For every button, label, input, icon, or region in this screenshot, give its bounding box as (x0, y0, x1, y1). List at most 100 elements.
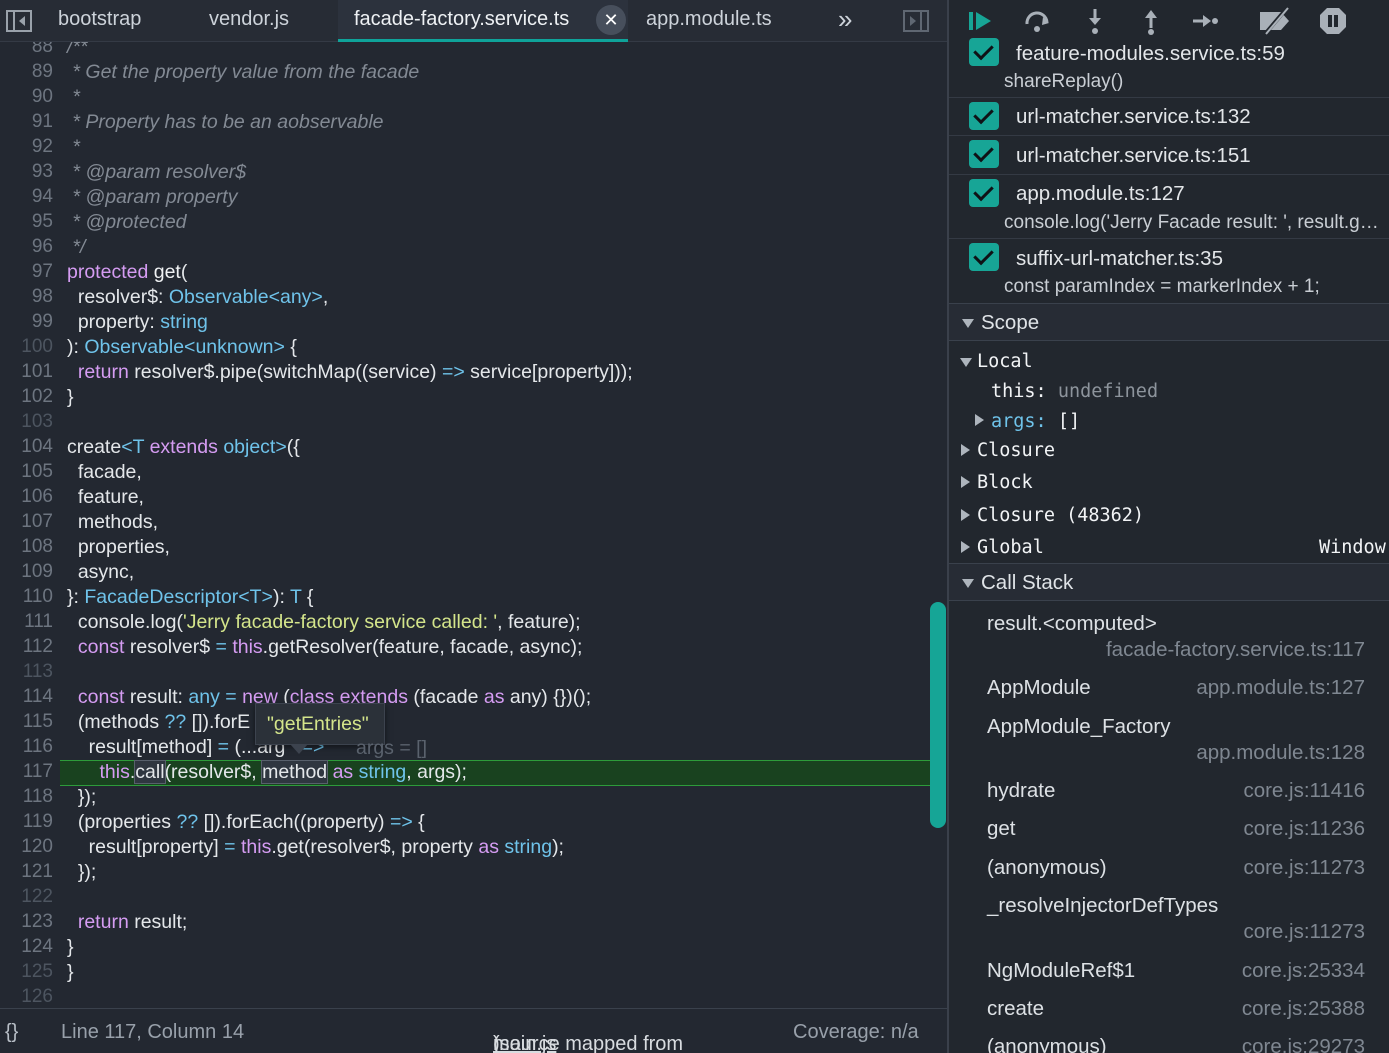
breakpoint-checkbox[interactable] (969, 243, 999, 271)
code-text: resolver$: Observable<any>, (67, 286, 329, 308)
expand-triangle-icon[interactable] (961, 444, 970, 456)
code-text: protected get( (67, 261, 188, 283)
code-editor[interactable]: 88 /** 89 * Get the property value from th… (0, 42, 947, 1008)
tab-facade-factory-service[interactable]: facade-factory.service.ts ✕ (338, 0, 628, 42)
line-number[interactable]: 108 (0, 536, 53, 558)
breakpoint-snippet: console.log('Jerry Facade result: ', res… (1004, 212, 1379, 233)
scope-closure[interactable]: Closure (977, 440, 1055, 461)
frame-location: facade-factory.service.ts:117 (1105, 638, 1365, 661)
line-number[interactable]: 105 (0, 461, 53, 483)
line-number[interactable]: 118 (0, 786, 53, 808)
line-number[interactable]: 95 (0, 211, 53, 233)
line-number[interactable]: 106 (0, 486, 53, 508)
code-text: * (67, 136, 81, 158)
source-map-link[interactable]: main.js (493, 1033, 556, 1053)
code-text: * @protected (67, 211, 187, 233)
tab-app-module[interactable]: app.module.ts (646, 0, 772, 42)
line-number[interactable]: 96 (0, 236, 53, 258)
code-line: 97 protected get( (0, 261, 947, 286)
expand-triangle-icon[interactable] (975, 414, 984, 426)
line-number[interactable]: 110 (0, 586, 53, 608)
expand-triangle-icon[interactable] (961, 541, 970, 553)
line-number[interactable]: 94 (0, 186, 53, 208)
frame-location: core.js:11273 (1243, 920, 1365, 943)
breakpoint-item[interactable]: feature-modules.service.ts:59 shareRepla… (949, 38, 1389, 98)
line-number[interactable]: 104 (0, 436, 53, 458)
line-number[interactable]: 120 (0, 836, 53, 858)
line-number[interactable]: 112 (0, 636, 53, 658)
breakpoint-item[interactable]: suffix-url-matcher.ts:35 const paramInde… (949, 239, 1389, 303)
tab-overflow-icon[interactable]: » (838, 0, 852, 42)
code-line: 91 * Property has to be an aobservable (0, 111, 947, 136)
scope-block[interactable]: Block (977, 472, 1033, 493)
scope-var-args[interactable]: args: [] (991, 411, 1080, 432)
code-line: 103 (0, 411, 947, 436)
scope-section-header[interactable]: Scope (949, 303, 1389, 341)
line-number[interactable]: 122 (0, 886, 53, 908)
line-number[interactable]: 92 (0, 136, 53, 158)
pause-on-exceptions-icon[interactable] (1318, 6, 1348, 36)
line-number[interactable]: 114 (0, 686, 53, 708)
toggle-debugger-panel-icon[interactable] (903, 9, 929, 33)
toggle-sidebar-icon[interactable] (6, 9, 32, 33)
breakpoint-checkbox[interactable] (969, 102, 999, 130)
expand-triangle-icon[interactable] (960, 358, 972, 367)
step-in-icon[interactable] (1080, 6, 1110, 36)
breakpoint-checkbox[interactable] (969, 179, 999, 207)
line-number[interactable]: 116 (0, 736, 53, 758)
line-number[interactable]: 97 (0, 261, 53, 283)
step-over-icon[interactable] (1022, 6, 1052, 36)
line-number[interactable]: 93 (0, 161, 53, 183)
breakpoint-item[interactable]: url-matcher.service.ts:151 (949, 136, 1389, 175)
step-icon[interactable] (1190, 6, 1220, 36)
line-number[interactable]: 115 (0, 711, 53, 733)
code-line: 110}: FacadeDescriptor<T>): T { (0, 586, 947, 611)
scope-global[interactable]: Global (977, 537, 1044, 558)
code-line: 120 result[property] = this.get(resolver… (0, 836, 947, 861)
tab-vendor-js[interactable]: vendor.js (209, 0, 289, 42)
expand-triangle-icon[interactable] (961, 509, 970, 521)
line-number[interactable]: 91 (0, 111, 53, 133)
editor-scrollbar[interactable] (930, 602, 946, 828)
line-number[interactable]: 109 (0, 561, 53, 583)
expand-triangle-icon[interactable] (961, 476, 970, 488)
line-number[interactable]: 126 (0, 986, 53, 1008)
line-number[interactable]: 98 (0, 286, 53, 308)
line-number[interactable]: 89 (0, 61, 53, 83)
call-stack-section-header[interactable]: Call Stack (949, 563, 1389, 601)
line-number[interactable]: 101 (0, 361, 53, 383)
line-number[interactable]: 100 (0, 336, 53, 358)
tab-bootstrap[interactable]: bootstrap (58, 0, 141, 42)
scope-local[interactable]: Local (977, 351, 1033, 372)
scope-closure-48362[interactable]: Closure (48362) (977, 505, 1144, 526)
line-number[interactable]: 107 (0, 511, 53, 533)
line-number[interactable]: 123 (0, 911, 53, 933)
line-number[interactable]: 103 (0, 411, 53, 433)
code-line: 109 async, (0, 561, 947, 586)
line-number[interactable]: 121 (0, 861, 53, 883)
line-number[interactable]: 125 (0, 961, 53, 983)
step-out-icon[interactable] (1136, 6, 1166, 36)
breakpoint-snippet: const paramIndex = markerIndex + 1; (1004, 276, 1320, 297)
code-text: feature, (67, 486, 144, 508)
line-number[interactable]: 90 (0, 86, 53, 108)
line-number[interactable]: 113 (0, 661, 53, 683)
line-number[interactable]: 124 (0, 936, 53, 958)
breakpoint-checkbox[interactable] (969, 38, 999, 66)
code-text: }); (67, 786, 97, 808)
deactivate-breakpoints-icon[interactable] (1257, 6, 1293, 36)
breakpoint-item[interactable]: app.module.ts:127 console.log('Jerry Fac… (949, 175, 1389, 239)
resume-icon[interactable] (966, 6, 996, 36)
line-number[interactable]: 102 (0, 386, 53, 408)
close-tab-icon[interactable]: ✕ (596, 5, 626, 35)
line-number[interactable]: 119 (0, 811, 53, 833)
line-number[interactable]: 88 (0, 42, 53, 58)
code-line: 88 /** (0, 42, 947, 61)
line-number[interactable]: 99 (0, 311, 53, 333)
pretty-print-button[interactable]: {} (5, 1021, 18, 1044)
breakpoint-location: app.module.ts:127 (1016, 182, 1185, 205)
breakpoint-checkbox[interactable] (969, 140, 999, 168)
line-number[interactable]: 117 (0, 761, 53, 783)
breakpoint-item[interactable]: url-matcher.service.ts:132 (949, 98, 1389, 136)
line-number[interactable]: 111 (0, 611, 53, 633)
